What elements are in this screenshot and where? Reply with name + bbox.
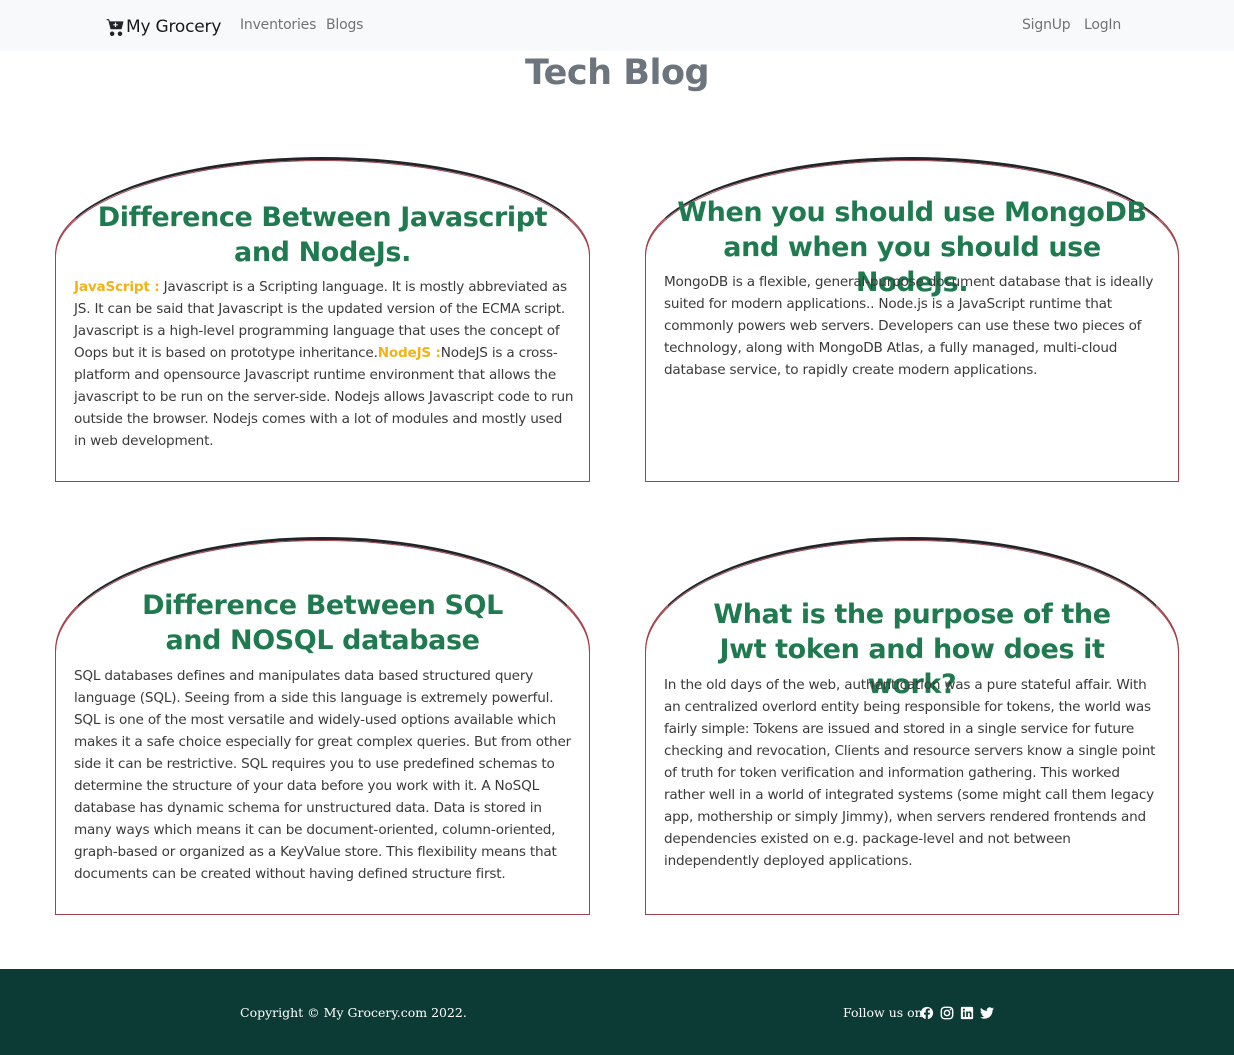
nav-link-blogs[interactable]: Blogs [326, 17, 363, 33]
linkedin-icon[interactable] [960, 1006, 974, 1020]
blog-card: Difference Between SQL and NOSQL databas… [55, 537, 590, 915]
highlight-label: JavaScript : [74, 279, 160, 295]
follow-us-label: Follow us on: [843, 1005, 927, 1020]
instagram-icon[interactable] [940, 1006, 954, 1020]
navbar: My Grocery Inventories Blogs SignUp LogI… [0, 0, 1234, 51]
brand-link[interactable]: My Grocery [106, 14, 221, 40]
copyright-text: Copyright © My Grocery.com 2022. [240, 1005, 467, 1020]
blog-card-text: JavaScript : Javascript is a Scripting l… [74, 276, 575, 452]
facebook-icon[interactable] [920, 1006, 934, 1020]
cart-icon [106, 19, 124, 36]
nav-link-inventories[interactable]: Inventories [240, 17, 316, 33]
blog-card-text: MongoDB is a flexible, general-purpose d… [664, 274, 1154, 378]
blog-card: What is the purpose of the Jwt token and… [645, 537, 1179, 915]
page-title: Tech Blog [524, 53, 710, 93]
blog-card-text: SQL databases defines and manipulates da… [74, 668, 571, 882]
blog-card: Difference Between Javascript and NodeJs… [55, 157, 590, 482]
blog-card-title: Difference Between Javascript and NodeJs… [97, 202, 548, 268]
nav-link-login[interactable]: LogIn [1084, 17, 1121, 33]
footer: Copyright © My Grocery.com 2022. Follow … [0, 969, 1234, 1055]
blog-card-text: In the old days of the web, authenticati… [664, 677, 1156, 869]
highlight-label: NodeJS : [377, 345, 441, 361]
nav-link-signup[interactable]: SignUp [1022, 17, 1071, 33]
blog-card-title: Difference Between SQL and NOSQL databas… [142, 590, 503, 656]
twitter-icon[interactable] [980, 1006, 994, 1020]
blog-card: When you should use MongoDB and when you… [645, 157, 1179, 482]
brand-name: My Grocery [126, 17, 222, 37]
